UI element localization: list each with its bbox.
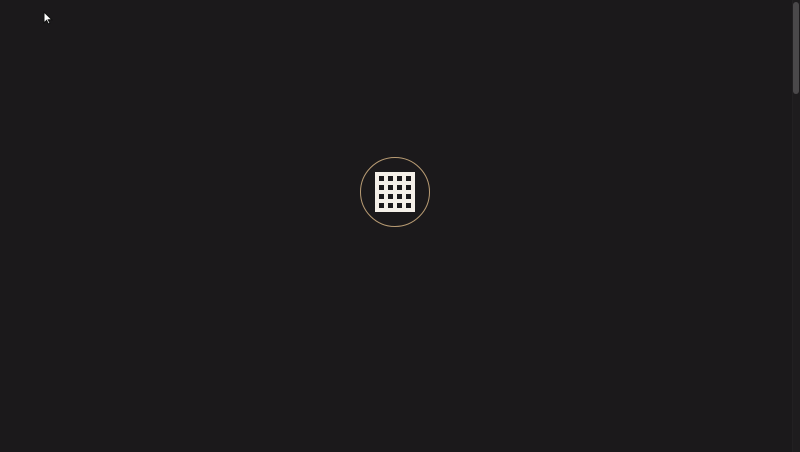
arrow-cursor-icon — [43, 11, 53, 25]
loading-badge — [360, 157, 430, 227]
scrollbar-thumb[interactable] — [793, 2, 799, 94]
vertical-scrollbar[interactable] — [792, 0, 800, 452]
page-content — [0, 0, 792, 452]
app-window — [0, 0, 800, 452]
grid-icon — [375, 172, 415, 212]
